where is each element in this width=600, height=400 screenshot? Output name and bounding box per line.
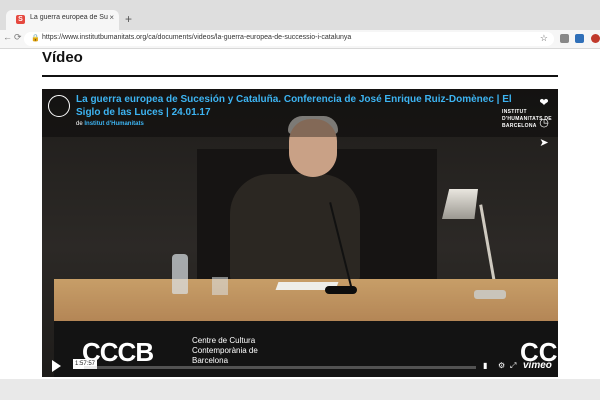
tab-strip: S La guerra europea de Succesio × + <box>0 0 600 30</box>
channel-logo-icon[interactable] <box>48 95 70 117</box>
microphone-base <box>325 286 357 294</box>
share-icon[interactable]: ➤ <box>535 134 553 152</box>
progress-bar[interactable] <box>84 366 476 369</box>
byline-author[interactable]: Institut d'Humanitats <box>84 121 143 127</box>
address-bar: ← ⟳ 🔒 https://www.institutbumanitats.org… <box>0 30 600 49</box>
byline-prefix: de <box>76 121 83 127</box>
fullscreen-icon[interactable]: ⤢ <box>510 361 516 371</box>
page-title: Vídeo <box>42 49 83 66</box>
water-bottle <box>172 254 188 294</box>
bookmark-star-icon[interactable]: ☆ <box>540 33 548 44</box>
speaker <box>230 174 360 284</box>
watch-later-clock-icon[interactable]: ◷ <box>535 114 553 132</box>
lock-icon: 🔒 <box>31 35 40 42</box>
video-title-overlay: La guerra europea de Sucesión y Cataluña… <box>42 89 558 137</box>
tab-title: La guerra europea de Succesio <box>30 14 108 21</box>
url-field[interactable]: 🔒 https://www.institutbumanitats.org/ca/… <box>24 32 554 46</box>
like-heart-icon[interactable]: ❤ <box>535 94 553 112</box>
new-tab-button[interactable]: + <box>125 12 132 26</box>
extension-icon[interactable] <box>575 34 584 43</box>
video-player[interactable]: CCCB Centre de Cultura Contemporània de … <box>42 89 558 377</box>
close-tab-icon[interactable]: × <box>109 13 114 22</box>
heading-divider <box>42 75 558 77</box>
video-title[interactable]: La guerra europea de Sucesión y Cataluña… <box>76 93 526 119</box>
video-byline: de Institut d'Humanitats <box>76 121 144 127</box>
water-glass <box>212 277 228 295</box>
back-icon[interactable]: ← <box>3 32 12 42</box>
reload-icon[interactable]: ⟳ <box>14 32 22 43</box>
lamp-base <box>474 290 506 299</box>
vimeo-logo[interactable]: vimeo <box>523 360 552 371</box>
profile-icon[interactable] <box>591 34 600 43</box>
extension-icon[interactable] <box>560 34 569 43</box>
page-footer-area <box>0 379 600 400</box>
url-text[interactable]: https://www.institutbumanitats.org/ca/do… <box>42 34 351 41</box>
video-side-buttons: ❤ ◷ ➤ <box>535 94 553 154</box>
volume-icon[interactable]: ▮ <box>483 361 487 370</box>
settings-gear-icon[interactable]: ⚙ <box>498 361 505 370</box>
browser-tab[interactable]: S La guerra europea de Succesio × <box>6 10 119 30</box>
desk-lamp <box>442 189 478 219</box>
video-controls: 1:57:57 ▮ ⚙ ⤢ vimeo <box>42 357 558 377</box>
page-content: Vídeo CCCB Centre de Cultura Contemporàn… <box>0 49 600 379</box>
favicon-icon: S <box>16 15 25 24</box>
play-icon[interactable] <box>52 360 61 372</box>
